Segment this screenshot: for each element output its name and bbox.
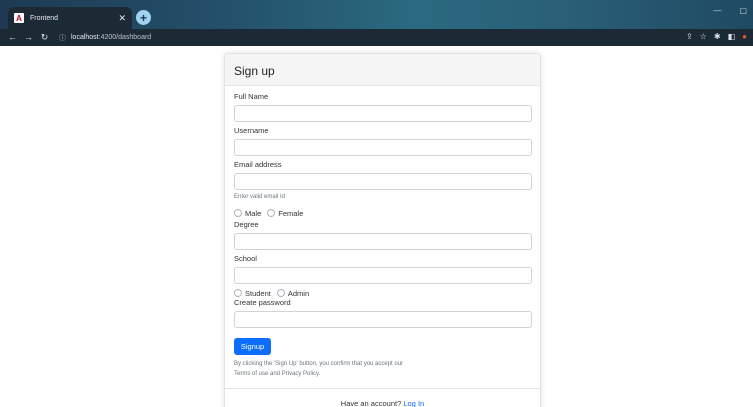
- angular-icon: A: [14, 13, 24, 23]
- tab-title: Frontend: [30, 14, 59, 22]
- new-tab-icon[interactable]: +: [136, 10, 151, 25]
- radio-female[interactable]: Female: [267, 209, 303, 218]
- radio-student[interactable]: Student: [234, 289, 271, 298]
- radio-circle[interactable]: [276, 289, 285, 297]
- radio-circle[interactable]: [267, 209, 276, 217]
- card-footer: Have an account? Log In: [225, 388, 540, 407]
- footer-text: Have an account?: [340, 399, 402, 407]
- role-radio-group: Student Admin: [234, 288, 531, 298]
- url-path: :4200/dashboard: [98, 34, 152, 41]
- radio-circle[interactable]: [234, 209, 242, 217]
- radio-male[interactable]: Male: [234, 209, 261, 218]
- minimize-icon[interactable]: —: [713, 6, 721, 15]
- address-bar[interactable]: ⓘ localhost:4200/dashboard: [59, 33, 151, 43]
- radio-male-label: Male: [245, 208, 262, 218]
- degree-input[interactable]: [234, 233, 532, 250]
- password-label: Create password: [234, 298, 291, 307]
- reload-icon[interactable]: ↻: [38, 32, 51, 43]
- legal-text: By clicking the 'Sign Up' button, you co…: [234, 359, 531, 379]
- full-name-label: Full Name: [234, 92, 269, 101]
- password-input[interactable]: [234, 311, 532, 328]
- terms-link[interactable]: Terms of use and Privacy Policy.: [234, 369, 531, 379]
- email-label: Email address: [234, 160, 282, 169]
- signup-button[interactable]: Signup: [234, 338, 271, 355]
- username-input[interactable]: [234, 139, 532, 156]
- browser-toolbar: ← → ↻ ⓘ localhost:4200/dashboard ⇪ ☆ ✱ ◧…: [0, 29, 753, 46]
- username-label: Username: [234, 126, 269, 135]
- profile-icon[interactable]: ●: [742, 32, 747, 41]
- share-icon[interactable]: ⇪: [686, 32, 693, 41]
- card-title: Sign up: [225, 54, 540, 86]
- browser-tab[interactable]: A Frontend ✕: [8, 7, 132, 29]
- forward-icon[interactable]: →: [22, 32, 35, 43]
- window-controls: — ▢: [713, 6, 747, 15]
- maximize-icon[interactable]: ▢: [739, 6, 747, 15]
- login-link[interactable]: Log In: [403, 399, 424, 407]
- legal-line-1: By clicking the 'Sign Up' button, you co…: [234, 361, 404, 367]
- email-help-text: Enter valid email Id: [234, 194, 286, 200]
- browser-tabstrip: A Frontend ✕ + — ▢: [0, 0, 753, 29]
- radio-admin[interactable]: Admin: [276, 288, 310, 298]
- signup-card: Sign up Full Name Username Email address…: [224, 53, 541, 407]
- close-icon[interactable]: ✕: [118, 13, 126, 24]
- radio-female-label: Female: [278, 208, 304, 218]
- degree-label: Degree: [234, 220, 259, 229]
- star-icon[interactable]: ☆: [700, 32, 707, 41]
- back-icon[interactable]: ←: [6, 32, 19, 43]
- radio-student-label: Student: [245, 288, 271, 298]
- email-input[interactable]: [234, 173, 532, 190]
- sidepanel-icon[interactable]: ◧: [728, 32, 736, 41]
- gender-radio-group: Male Female: [234, 208, 531, 218]
- school-label: School: [234, 254, 257, 263]
- full-name-input[interactable]: [234, 105, 532, 122]
- info-icon[interactable]: ⓘ: [59, 33, 66, 43]
- radio-admin-label: Admin: [287, 288, 310, 298]
- radio-circle[interactable]: [234, 289, 242, 297]
- url-host: localhost: [71, 34, 99, 41]
- extensions-icon[interactable]: ✱: [714, 32, 721, 41]
- school-input[interactable]: [234, 267, 532, 284]
